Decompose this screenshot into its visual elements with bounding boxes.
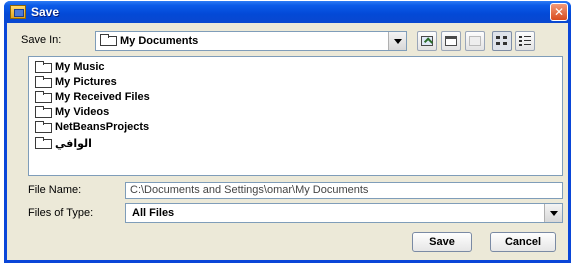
chevron-down-icon[interactable] [388, 32, 406, 50]
details-view-icon [519, 36, 531, 46]
up-one-level-icon [421, 36, 433, 46]
file-type-combo[interactable]: All Files [125, 203, 563, 223]
file-name: My Music [55, 61, 105, 73]
new-folder-button[interactable] [465, 31, 485, 51]
save-in-value: My Documents [120, 35, 199, 47]
file-type-value: All Files [132, 207, 175, 219]
file-name: الوافي [55, 138, 92, 150]
chevron-down-icon[interactable] [544, 204, 562, 222]
file-list[interactable]: My Music My Pictures My Received Files M… [28, 56, 563, 176]
new-folder-icon [469, 36, 481, 46]
folder-icon [35, 76, 52, 88]
cancel-button[interactable]: Cancel [490, 232, 556, 252]
file-type-label: Files of Type: [28, 207, 94, 219]
file-name-label: File Name: [28, 184, 82, 196]
folder-icon [35, 91, 52, 103]
save-in-combo[interactable]: My Documents [95, 31, 407, 51]
window-title: Save [31, 5, 60, 19]
folder-icon [35, 106, 52, 118]
file-name: My Received Files [55, 91, 150, 103]
home-button[interactable] [441, 31, 461, 51]
save-in-label: Save In: [21, 34, 62, 46]
file-name: NetBeansProjects [55, 121, 150, 133]
save-dialog: Save ✕ Save In: My Documents My Music My… [4, 1, 571, 263]
file-name: My Videos [55, 106, 110, 118]
close-icon[interactable]: ✕ [550, 3, 568, 21]
java-window-icon [10, 5, 26, 19]
list-view-button[interactable] [492, 31, 512, 51]
file-name: My Pictures [55, 76, 117, 88]
folder-icon [35, 137, 52, 149]
list-view-icon [496, 36, 508, 46]
title-bar[interactable]: Save ✕ [4, 1, 571, 23]
file-name-field[interactable]: C:\Documents and Settings\omar\My Docume… [125, 182, 563, 199]
details-view-button[interactable] [515, 31, 535, 51]
save-button[interactable]: Save [412, 232, 472, 252]
home-icon [445, 36, 457, 46]
folder-icon [100, 34, 117, 46]
up-one-level-button[interactable] [417, 31, 437, 51]
folder-icon [35, 61, 52, 73]
folder-icon [35, 121, 52, 133]
